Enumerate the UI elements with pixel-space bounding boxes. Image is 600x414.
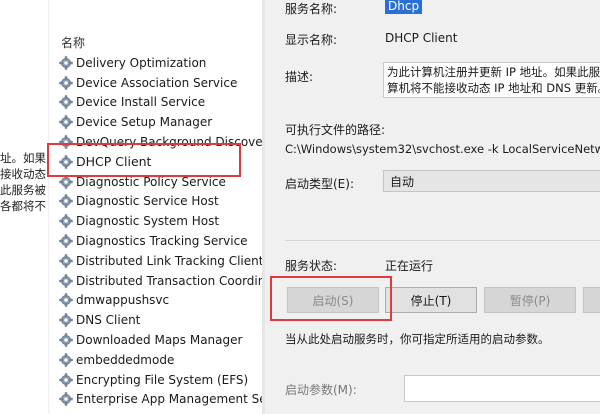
startup-type-select[interactable]: 自动: [383, 170, 600, 192]
gear-icon: [59, 76, 73, 90]
gear-icon: [59, 313, 73, 327]
gear-icon: [59, 234, 73, 248]
start-button-highlight-box: [270, 276, 392, 321]
resume-button[interactable]: [583, 287, 600, 313]
description-line: 算机将不能接收动态 IP 地址和 DNS 更新。: [387, 81, 600, 95]
service-name: Device Association Service: [76, 75, 238, 90]
service-row[interactable]: Diagnostic Service Host: [59, 192, 264, 212]
left-desc-line: 此服务被: [0, 183, 46, 197]
left-desc-line: 址。如果: [0, 151, 46, 165]
gear-icon: [59, 353, 73, 367]
service-status-label: 服务状态:: [285, 259, 338, 273]
service-status-value: 正在运行: [385, 259, 434, 273]
service-row[interactable]: Diagnostic System Host: [59, 211, 264, 231]
gear-icon: [59, 95, 73, 110]
pause-button[interactable]: 暂停(P): [484, 287, 576, 313]
service-row[interactable]: DNS Client: [59, 310, 264, 330]
service-name: dmwappushsvc: [76, 293, 170, 308]
service-name-label: 服务名称:: [285, 2, 338, 16]
gear-icon: [59, 333, 73, 347]
service-row[interactable]: Device Install Service: [59, 93, 264, 113]
service-name-value[interactable]: Dhcp: [385, 0, 423, 14]
service-properties-panel: 服务名称: Dhcp 显示名称: DHCP Client 描述: 为此计算机注册…: [265, 0, 600, 414]
dhcp-highlight-box: [47, 143, 241, 177]
service-name: Delivery Optimization: [76, 55, 207, 70]
service-name: Downloaded Maps Manager: [76, 333, 243, 348]
left-desc-line: 各都将不: [0, 199, 46, 213]
service-row[interactable]: Distributed Transaction Coordinat: [59, 271, 264, 291]
gear-icon: [59, 293, 73, 308]
service-name: Device Install Service: [76, 95, 206, 110]
description-box[interactable]: 为此计算机注册并更新 IP 地址。如果此服务 算机将不能接收动态 IP 地址和 …: [383, 62, 600, 98]
service-row[interactable]: Device Association Service: [59, 73, 264, 93]
service-row[interactable]: Distributed Link Tracking Client: [59, 251, 264, 271]
service-name: Diagnostic Service Host: [76, 194, 219, 209]
service-row[interactable]: dmwappushsvc: [59, 291, 264, 311]
description-label: 描述:: [285, 70, 314, 84]
service-name: Encrypting File System (EFS): [76, 372, 249, 387]
stop-button[interactable]: 停止(T): [385, 287, 477, 313]
description-line: 为此计算机注册并更新 IP 地址。如果此服务: [387, 65, 600, 79]
gear-icon: [59, 115, 73, 129]
service-row[interactable]: Encrypting File System (EFS): [59, 370, 264, 390]
start-params-input[interactable]: [404, 375, 600, 402]
service-row[interactable]: embeddedmode: [59, 350, 264, 370]
separator: [285, 240, 600, 241]
service-name: Distributed Link Tracking Client: [76, 253, 264, 268]
start-params-hint: 当从此处启动服务时，你可指定所适用的启动参数。: [285, 332, 550, 346]
service-name: Distributed Transaction Coordinat: [76, 273, 264, 288]
service-row[interactable]: Enterprise App Management Servi: [59, 390, 264, 410]
gear-icon: [59, 194, 73, 209]
gear-icon: [59, 214, 73, 228]
service-row[interactable]: Device Setup Manager: [59, 112, 264, 132]
service-name: Diagnostics Tracking Service: [76, 234, 248, 249]
service-name: Device Setup Manager: [76, 115, 213, 130]
gear-icon: [59, 254, 73, 268]
exe-path-label: 可执行文件的路径:: [285, 123, 386, 137]
service-name: DNS Client: [76, 313, 141, 328]
services-list-panel: 名称 Delivery Optimization Device Associati…: [48, 0, 264, 414]
startup-type-label: 启动类型(E):: [285, 177, 354, 191]
service-name: embeddedmode: [76, 352, 175, 367]
exe-path-value[interactable]: C:\Windows\system32\svchost.exe -k Local…: [285, 142, 600, 156]
service-row[interactable]: Diagnostics Tracking Service: [59, 231, 264, 251]
gear-icon: [59, 274, 73, 288]
gear-icon: [59, 392, 73, 407]
gear-icon: [59, 56, 73, 70]
gear-icon: [59, 372, 73, 387]
start-params-label: 启动参数(M):: [285, 383, 357, 397]
left-desc-line: 接收动态: [0, 167, 46, 181]
column-header-name[interactable]: 名称: [61, 34, 85, 51]
service-name: Diagnostic System Host: [76, 214, 220, 229]
services-list: Delivery Optimization Device Association …: [59, 53, 264, 409]
service-row[interactable]: Downloaded Maps Manager: [59, 330, 264, 350]
service-row[interactable]: Delivery Optimization: [59, 53, 264, 73]
display-name-value[interactable]: DHCP Client: [385, 31, 457, 45]
display-name-label: 显示名称:: [285, 33, 338, 47]
service-name: Enterprise App Management Servi: [76, 392, 264, 407]
left-description-fragment: 址。如果 接收动态 此服务被 各都将不: [0, 150, 48, 214]
